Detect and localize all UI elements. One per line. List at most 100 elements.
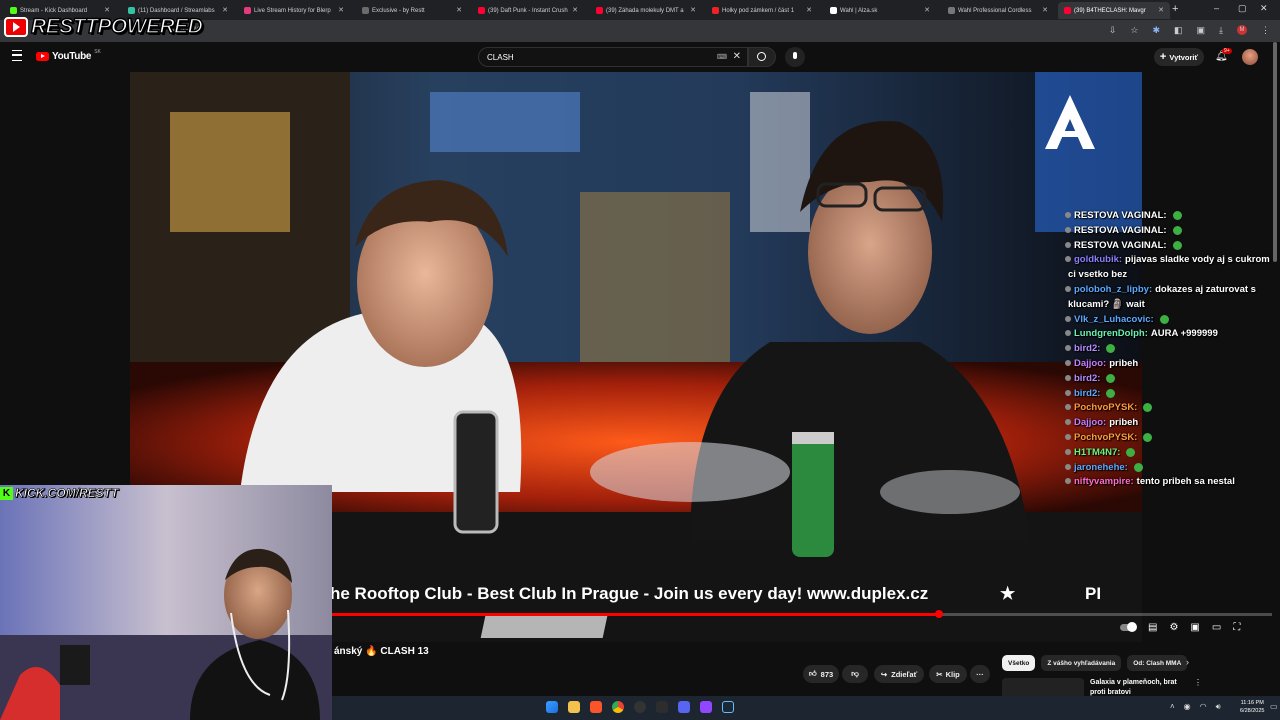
extension-icon[interactable]: ✱ [1152, 25, 1160, 36]
tab-close-icon[interactable]: ✕ [338, 6, 344, 14]
chat-message: PochvoPYSK: [1065, 401, 1153, 416]
browser-tab[interactable]: (39) B4THECLASH: Mavgr ✕ [1058, 2, 1170, 19]
dislike-button[interactable]: 👎︎ [842, 665, 868, 683]
clip-button[interactable]: ✂ Klip [929, 665, 967, 683]
clear-search-icon[interactable]: ✕ [733, 51, 741, 62]
kick-badge: K KICK.COM/RESTT [0, 485, 119, 501]
tab-favicon-icon [596, 7, 603, 14]
new-tab-button[interactable]: + [1172, 3, 1178, 15]
theater-mode-icon[interactable]: ▭ [1212, 622, 1221, 633]
browser-tab[interactable]: (39) Daft Punk - Instant Crush ✕ [472, 2, 584, 19]
chat-badge-icon [1065, 256, 1071, 263]
sidebar-icon[interactable]: ▣ [1197, 25, 1206, 36]
downloads-icon[interactable]: ⤓ [1219, 25, 1223, 36]
search-button[interactable] [748, 47, 776, 67]
subtitles-icon[interactable]: ▤ [1148, 622, 1157, 633]
tab-close-icon[interactable]: ✕ [924, 6, 930, 14]
tray-chevron-icon[interactable]: ˄ [1170, 702, 1175, 712]
voice-search-button[interactable] [785, 47, 805, 67]
chat-message: niftyvampire: tento pribeh sa nestal [1065, 475, 1235, 490]
browser-tab[interactable]: (39) Záhada molekuly DMT a ✕ [590, 2, 702, 19]
chat-username: PochvoPYSK: [1074, 402, 1138, 414]
window-controls: – ▢ ✕ [1200, 0, 1280, 20]
browser-tab[interactable]: Holky pod zámkem / část 1 ✕ [706, 2, 818, 19]
filter-chip[interactable]: Od: Clash MMA [1127, 655, 1188, 671]
install-icon[interactable]: ⇩ [1109, 25, 1117, 36]
tab-close-icon[interactable]: ✕ [104, 6, 110, 14]
obs-icon[interactable] [634, 701, 646, 713]
settings-gear-icon[interactable]: ⚙ [1169, 622, 1178, 633]
clock[interactable]: 11:16 PM 6/28/2025 [1240, 699, 1264, 715]
chat-username: LundgrenDolph: [1074, 328, 1148, 340]
brave-browser-icon[interactable] [590, 701, 602, 713]
create-button[interactable]: + Vytvoriť [1154, 48, 1204, 66]
bookmark-star-icon[interactable]: ☆ [1130, 25, 1138, 36]
chat-message: ci vsetko bez [1065, 268, 1127, 283]
terminal-icon[interactable] [656, 701, 668, 713]
minimize-icon[interactable]: – [1214, 3, 1219, 13]
filter-chip[interactable]: Všetko [1002, 655, 1036, 671]
progress-scrubber[interactable] [934, 610, 943, 618]
chat-emote-icon [1172, 240, 1182, 250]
more-actions-button[interactable]: ··· [970, 665, 990, 683]
tab-favicon-icon [244, 7, 251, 14]
tab-close-icon[interactable]: ✕ [690, 6, 696, 14]
system-tray: ˄ ◉ ◠ 🔊︎ [1170, 702, 1221, 712]
tab-close-icon[interactable]: ✕ [456, 6, 462, 14]
discord-icon[interactable] [678, 701, 690, 713]
ticker-tail: PI [1085, 584, 1102, 603]
video-title: ánský 🔥 CLASH 13 [334, 646, 429, 657]
steam-icon[interactable] [722, 701, 734, 713]
fullscreen-icon[interactable]: ⛶ [1233, 622, 1240, 633]
notification-center-icon[interactable]: ▭ [1270, 702, 1278, 711]
keyboard-icon[interactable]: ⌨ [717, 53, 727, 61]
maximize-icon[interactable]: ▢ [1238, 3, 1247, 14]
menu-dots-icon[interactable]: ⋮ [1261, 25, 1270, 36]
browser-tab[interactable]: Wahl Professional Cordless ✕ [942, 2, 1054, 19]
chat-message: bird2: [1065, 387, 1116, 402]
youtube-header: YouTube SK CLASH ⌨ ✕ + Vytvoriť 🔔︎ 9+ [0, 42, 1280, 72]
tab-close-icon[interactable]: ✕ [1158, 6, 1164, 14]
tab-close-icon[interactable]: ✕ [572, 6, 578, 14]
tab-close-icon[interactable]: ✕ [222, 6, 228, 14]
search-input[interactable]: CLASH [487, 53, 514, 62]
account-avatar[interactable] [1242, 49, 1258, 65]
volume-icon[interactable]: 🔊︎ [1216, 702, 1221, 712]
share-icon: ↪ [880, 669, 888, 679]
autoplay-toggle[interactable] [1120, 621, 1137, 632]
channel-watermark [1035, 87, 1105, 157]
recommended-menu-icon[interactable]: ⋮ [1194, 678, 1202, 687]
like-button[interactable]: 👍︎ 873 [803, 665, 839, 683]
extensions-puzzle-icon[interactable]: ◧ [1174, 25, 1183, 36]
profile-avatar[interactable]: M [1237, 25, 1247, 35]
close-window-icon[interactable]: ✕ [1260, 3, 1268, 14]
windows-start-icon[interactable] [546, 701, 558, 713]
chat-message: poloboh_z_lipby: dokazes aj zaturovat s [1065, 283, 1256, 298]
search-box[interactable]: CLASH ⌨ ✕ [478, 47, 748, 67]
tab-favicon-icon [478, 7, 485, 14]
plus-icon: + [1159, 51, 1167, 63]
tray-app-icon[interactable]: ◉ [1184, 702, 1191, 712]
recommended-title[interactable]: Galaxia v plameňoch, brat proti bratovi [1090, 678, 1190, 698]
chrome-icon[interactable] [612, 701, 624, 713]
page-scrollbar[interactable] [1273, 42, 1277, 262]
tab-close-icon[interactable]: ✕ [1042, 6, 1048, 14]
tab-label: (39) Záhada molekuly DMT a [606, 7, 684, 14]
browser-tab[interactable]: Wahl | Alza.sk ✕ [824, 2, 936, 19]
twitch-icon[interactable] [700, 701, 712, 713]
miniplayer-icon[interactable]: ▣ [1190, 622, 1199, 633]
youtube-logo[interactable]: YouTube SK [36, 49, 101, 62]
chat-text: pijavas sladke vody aj s cukrom [1125, 254, 1270, 266]
filter-chip[interactable]: Z vášho vyhľadávania [1041, 655, 1122, 671]
hamburger-menu-icon[interactable] [12, 50, 22, 61]
browser-tab[interactable]: Live Stream History for Blerp ✕ [238, 2, 350, 19]
chips-next-icon[interactable]: › [1186, 657, 1189, 667]
chat-badge-icon [1065, 286, 1071, 292]
browser-tab[interactable]: Exclusive - by Restt ✕ [356, 2, 468, 19]
share-button[interactable]: ↪ Zdieľať [874, 665, 924, 683]
network-icon[interactable]: ◠ [1200, 702, 1207, 712]
tab-close-icon[interactable]: ✕ [806, 6, 812, 14]
file-explorer-icon[interactable] [568, 701, 580, 713]
thumbs-up-icon: 👍︎ [808, 669, 817, 678]
tab-label: Stream - Kick Dashboard [20, 7, 88, 14]
